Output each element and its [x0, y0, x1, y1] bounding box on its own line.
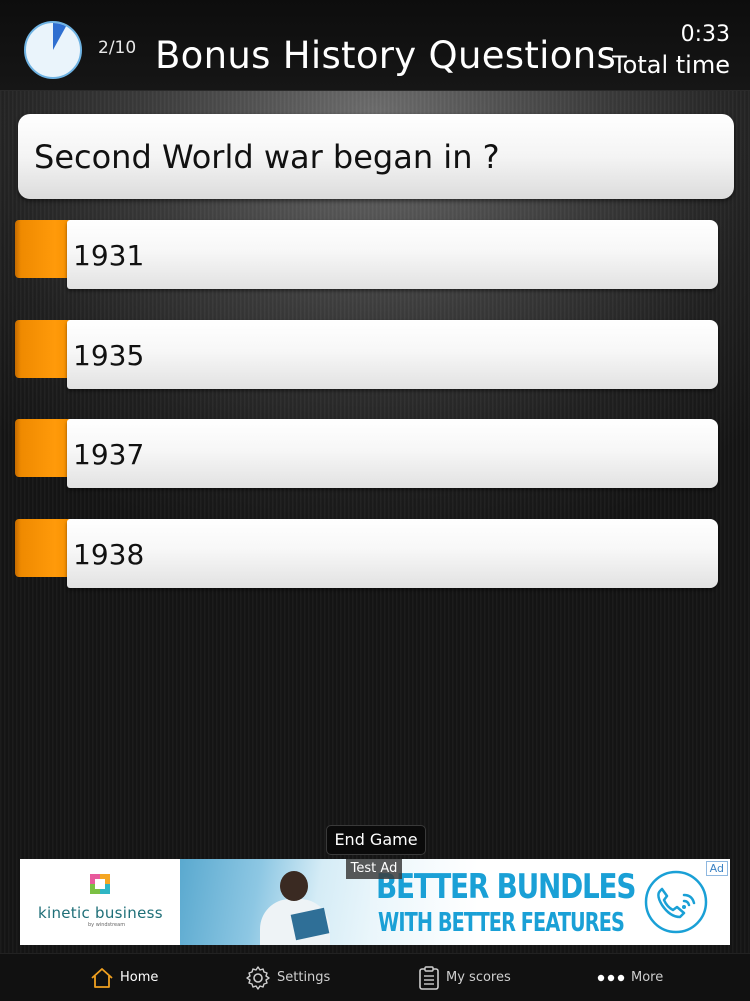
answer-option-4[interactable]: 1938 — [15, 519, 718, 588]
timer-pie-icon — [24, 21, 82, 79]
tab-my-scores[interactable]: My scores — [418, 954, 511, 1001]
more-dots-icon — [597, 974, 625, 981]
ad-brand-panel: kinetic business by windstream — [20, 859, 180, 945]
answer-option-3[interactable]: 1937 — [15, 419, 718, 488]
question-text: Second World war began in ? — [34, 138, 500, 176]
tab-label: More — [631, 970, 664, 985]
answer-label: 1938 — [73, 538, 145, 571]
answer-marker — [15, 220, 71, 278]
phone-wifi-icon — [644, 870, 708, 934]
question-card: Second World war began in ? — [18, 114, 734, 199]
answer-marker — [15, 419, 71, 477]
ad-person-head — [280, 871, 308, 901]
tab-home[interactable]: Home — [90, 954, 158, 1001]
top-header: 2/10 Bonus History Questions 0:33 Total … — [0, 0, 750, 91]
bottom-tab-bar: Home Settings My scores More — [0, 953, 750, 1001]
answer-marker — [15, 519, 71, 577]
ad-photo — [180, 859, 370, 945]
kinetic-logo-icon — [90, 874, 110, 894]
tab-more[interactable]: More — [597, 954, 663, 1001]
answer-label: 1931 — [73, 239, 145, 272]
answer-marker — [15, 320, 71, 378]
answer-label: 1937 — [73, 438, 145, 471]
clipboard-icon — [419, 965, 439, 990]
answer-bar — [67, 320, 718, 389]
home-icon — [91, 967, 113, 988]
answer-option-1[interactable]: 1931 — [15, 220, 718, 289]
answer-bar — [67, 419, 718, 488]
ad-choices-badge[interactable]: Ad — [705, 861, 728, 876]
tab-label: Settings — [277, 970, 331, 985]
tab-settings[interactable]: Settings — [245, 954, 330, 1001]
answer-bar — [67, 519, 718, 588]
page-title: Bonus History Questions — [155, 34, 617, 77]
gear-icon — [246, 965, 270, 990]
answer-option-2[interactable]: 1935 — [15, 320, 718, 389]
ad-copy-panel: BETTER BUNDLES WITH BETTER FEATURES — [370, 859, 730, 945]
total-time-label: Total time — [612, 51, 730, 79]
ad-headline-2: WITH BETTER FEATURES — [378, 908, 625, 938]
tab-label: My scores — [446, 970, 511, 985]
answer-bar — [67, 220, 718, 289]
ad-brand-name: kinetic business — [38, 904, 163, 922]
ad-headline-1: BETTER BUNDLES — [376, 867, 636, 907]
ad-brand-sub: by windstream — [88, 922, 126, 928]
test-ad-label: Test Ad — [346, 859, 402, 879]
tab-label: Home — [120, 970, 159, 985]
total-time-value: 0:33 — [680, 22, 730, 47]
answer-label: 1935 — [73, 339, 145, 372]
question-progress: 2/10 — [98, 38, 137, 58]
end-game-button[interactable]: End Game — [326, 825, 426, 855]
